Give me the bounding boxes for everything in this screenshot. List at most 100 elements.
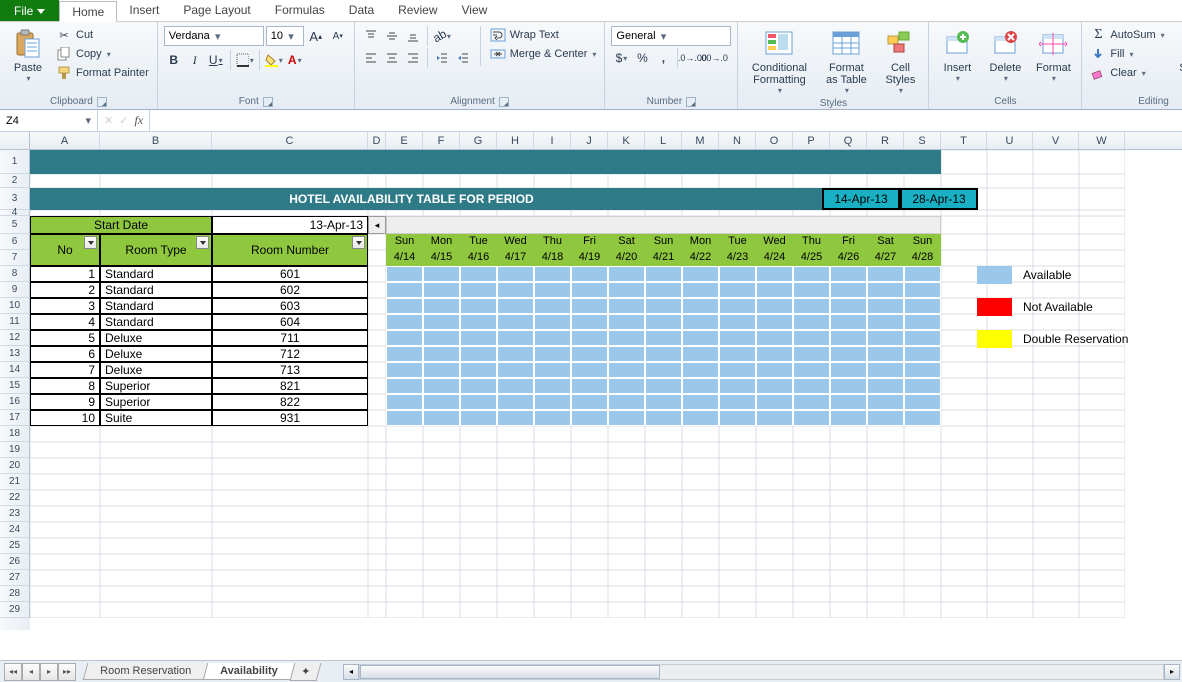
availability-cell[interactable] xyxy=(830,282,867,298)
availability-cell[interactable] xyxy=(534,330,571,346)
availability-cell[interactable] xyxy=(904,346,941,362)
room-no-cell[interactable]: 8 xyxy=(30,378,100,394)
availability-cell[interactable] xyxy=(386,266,423,282)
availability-cell[interactable] xyxy=(867,362,904,378)
availability-cell[interactable] xyxy=(386,346,423,362)
availability-cell[interactable] xyxy=(497,394,534,410)
room-type-cell[interactable]: Standard xyxy=(100,298,212,314)
period-from-cell[interactable]: 14-Apr-13 xyxy=(822,188,900,210)
availability-cell[interactable] xyxy=(830,346,867,362)
availability-cell[interactable] xyxy=(460,394,497,410)
format-cells-button[interactable]: Format▾ xyxy=(1031,26,1075,85)
room-number-cell[interactable]: 604 xyxy=(212,314,368,330)
availability-cell[interactable] xyxy=(460,266,497,282)
row-header[interactable]: 19 xyxy=(0,442,30,458)
column-header[interactable]: I xyxy=(534,132,571,149)
column-header[interactable]: H xyxy=(497,132,534,149)
availability-cell[interactable] xyxy=(534,378,571,394)
availability-cell[interactable] xyxy=(497,298,534,314)
availability-cell[interactable] xyxy=(386,330,423,346)
availability-cell[interactable] xyxy=(793,282,830,298)
enter-icon[interactable]: ✓ xyxy=(119,114,128,127)
availability-cell[interactable] xyxy=(867,346,904,362)
availability-cell[interactable] xyxy=(497,282,534,298)
grow-font-button[interactable]: A▴ xyxy=(306,26,326,46)
availability-cell[interactable] xyxy=(867,266,904,282)
tab-formulas[interactable]: Formulas xyxy=(263,0,337,21)
availability-cell[interactable] xyxy=(534,314,571,330)
availability-cell[interactable] xyxy=(571,282,608,298)
availability-cell[interactable] xyxy=(756,314,793,330)
period-to-cell[interactable]: 28-Apr-13 xyxy=(900,188,978,210)
availability-cell[interactable] xyxy=(645,394,682,410)
room-type-cell[interactable]: Standard xyxy=(100,282,212,298)
room-no-cell[interactable]: 5 xyxy=(30,330,100,346)
cancel-icon[interactable]: ✕ xyxy=(104,114,113,127)
availability-cell[interactable] xyxy=(830,410,867,426)
room-no-cell[interactable]: 9 xyxy=(30,394,100,410)
availability-cell[interactable] xyxy=(423,362,460,378)
availability-cell[interactable] xyxy=(534,298,571,314)
availability-cell[interactable] xyxy=(423,314,460,330)
availability-cell[interactable] xyxy=(719,362,756,378)
availability-cell[interactable] xyxy=(719,410,756,426)
availability-cell[interactable] xyxy=(682,410,719,426)
fill-color-button[interactable]: ▾ xyxy=(264,50,284,70)
header-room-number[interactable]: Room Number xyxy=(212,234,368,266)
availability-cell[interactable] xyxy=(423,298,460,314)
last-sheet-button[interactable]: ▸▸ xyxy=(58,663,76,681)
orientation-button[interactable]: ab▾ xyxy=(432,26,452,46)
column-header[interactable]: O xyxy=(756,132,793,149)
availability-cell[interactable] xyxy=(645,346,682,362)
availability-cell[interactable] xyxy=(793,314,830,330)
decrease-indent-button[interactable] xyxy=(432,48,452,68)
row-header[interactable]: 26 xyxy=(0,554,30,570)
font-name-combo[interactable]: Verdana▾ xyxy=(164,26,264,46)
cells-area[interactable]: HOTEL AVAILABILITY TABLE FOR PERIOD14-Ap… xyxy=(30,150,1182,630)
room-no-cell[interactable]: 3 xyxy=(30,298,100,314)
filter-dropdown[interactable] xyxy=(352,236,365,249)
availability-cell[interactable] xyxy=(497,410,534,426)
availability-cell[interactable] xyxy=(645,298,682,314)
column-header[interactable]: U xyxy=(987,132,1033,149)
room-no-cell[interactable]: 2 xyxy=(30,282,100,298)
dialog-launcher-icon[interactable] xyxy=(97,97,107,107)
availability-cell[interactable] xyxy=(756,266,793,282)
cut-button[interactable]: ✂Cut xyxy=(54,26,151,44)
availability-cell[interactable] xyxy=(904,410,941,426)
availability-cell[interactable] xyxy=(386,378,423,394)
accounting-format-button[interactable]: $▾ xyxy=(611,48,631,68)
availability-cell[interactable] xyxy=(682,298,719,314)
availability-cell[interactable] xyxy=(867,330,904,346)
column-header[interactable]: D xyxy=(368,132,386,149)
availability-cell[interactable] xyxy=(719,314,756,330)
next-sheet-button[interactable]: ▸ xyxy=(40,663,58,681)
availability-cell[interactable] xyxy=(904,282,941,298)
availability-cell[interactable] xyxy=(423,378,460,394)
availability-cell[interactable] xyxy=(423,346,460,362)
availability-cell[interactable] xyxy=(756,346,793,362)
availability-cell[interactable] xyxy=(571,330,608,346)
availability-cell[interactable] xyxy=(904,378,941,394)
availability-cell[interactable] xyxy=(682,314,719,330)
row-header[interactable]: 2 xyxy=(0,174,30,188)
room-type-cell[interactable]: Deluxe xyxy=(100,330,212,346)
availability-cell[interactable] xyxy=(423,410,460,426)
room-no-cell[interactable]: 6 xyxy=(30,346,100,362)
column-header[interactable]: J xyxy=(571,132,608,149)
room-number-cell[interactable]: 822 xyxy=(212,394,368,410)
availability-cell[interactable] xyxy=(719,282,756,298)
column-header[interactable]: T xyxy=(941,132,987,149)
row-header[interactable]: 5 xyxy=(0,216,30,234)
format-as-table-button[interactable]: Format as Table▾ xyxy=(818,26,874,97)
room-number-cell[interactable]: 711 xyxy=(212,330,368,346)
room-number-cell[interactable]: 601 xyxy=(212,266,368,282)
availability-cell[interactable] xyxy=(460,298,497,314)
availability-cell[interactable] xyxy=(719,298,756,314)
align-bottom-button[interactable] xyxy=(403,26,423,46)
sheet-tab-availability[interactable]: Availability xyxy=(203,663,295,680)
availability-cell[interactable] xyxy=(534,410,571,426)
availability-cell[interactable] xyxy=(645,330,682,346)
availability-cell[interactable] xyxy=(608,362,645,378)
availability-cell[interactable] xyxy=(534,266,571,282)
